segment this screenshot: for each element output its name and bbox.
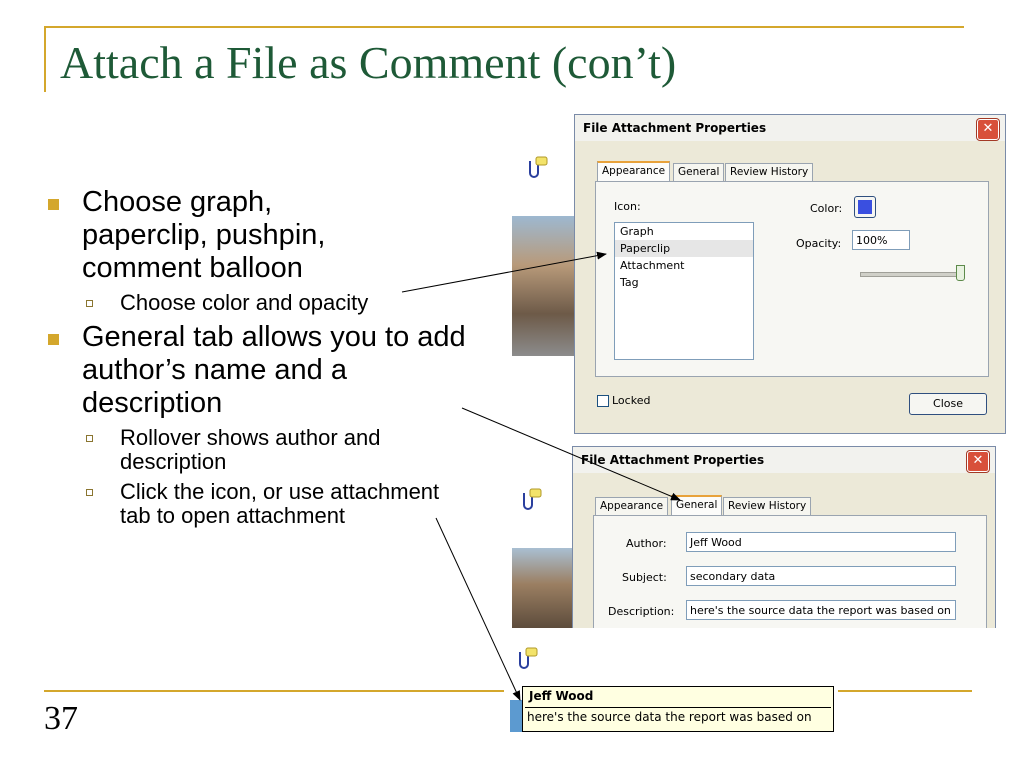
background-photo (510, 700, 522, 732)
footer-line (838, 690, 972, 692)
close-button[interactable]: Close (909, 393, 987, 415)
color-swatch (858, 200, 872, 214)
paperclip-comment-icon[interactable] (518, 487, 544, 513)
sub-bullet-text: Choose color and opacity (120, 290, 369, 315)
author-field[interactable]: Jeff Wood (686, 532, 956, 552)
appearance-panel: Icon: Graph Paperclip Attachment Tag Col… (595, 181, 989, 377)
file-attachment-properties-dialog: File Attachment Properties ✕ Appearance … (574, 114, 1006, 434)
bullet-item: General tab allows you to add author’s n… (44, 321, 482, 420)
rollover-tooltip: Jeff Wood here's the source data the rep… (522, 686, 834, 732)
sub-bullet-text: Rollover shows author and description (120, 425, 381, 474)
file-attachment-properties-dialog-general: File Attachment Properties ✕ Appearance … (572, 446, 996, 628)
locked-checkbox[interactable] (597, 395, 609, 407)
list-item[interactable]: Tag (615, 274, 753, 291)
square-bullet-icon (48, 199, 59, 210)
hollow-square-bullet-icon (86, 489, 93, 496)
sub-bullet-item: Rollover shows author and description (44, 426, 490, 474)
subject-label: Subject: (622, 571, 667, 584)
list-item[interactable]: Graph (615, 223, 753, 240)
sub-bullet-item: Choose color and opacity (44, 291, 499, 315)
opacity-slider-thumb[interactable] (956, 265, 965, 281)
icon-label: Icon: (614, 200, 641, 213)
frame-left-line (44, 26, 46, 92)
opacity-input[interactable]: 100% (852, 230, 910, 250)
tab-appearance[interactable]: Appearance (597, 161, 671, 182)
opacity-label: Opacity: (796, 237, 842, 250)
opacity-slider-track[interactable] (860, 272, 962, 277)
tab-appearance[interactable]: Appearance (595, 497, 669, 515)
icon-listbox[interactable]: Graph Paperclip Attachment Tag (614, 222, 754, 360)
dialog-title: File Attachment Properties (573, 447, 995, 473)
bullet-item: Choose graph, paperclip, pushpin, commen… (44, 186, 382, 285)
tab-general[interactable]: General (673, 163, 725, 181)
arrow-to-tooltip (435, 517, 521, 701)
background-photo (512, 216, 574, 356)
page-number: 37 (44, 700, 78, 737)
background-photo (512, 548, 574, 628)
close-icon[interactable]: ✕ (967, 451, 989, 472)
tooltip-description: here's the source data the report was ba… (527, 710, 812, 724)
square-bullet-icon (48, 334, 59, 345)
list-item-selected[interactable]: Paperclip (615, 240, 753, 257)
tab-review-history[interactable]: Review History (723, 497, 812, 515)
bullet-text: General tab allows you to add author’s n… (82, 321, 466, 419)
color-label: Color: (810, 202, 843, 215)
footer-line (44, 690, 504, 692)
description-label: Description: (608, 605, 675, 618)
dialog-title: File Attachment Properties (575, 115, 1005, 141)
bullet-text: Choose graph, paperclip, pushpin, commen… (82, 186, 326, 284)
author-label: Author: (626, 537, 667, 550)
tab-general[interactable]: General (671, 495, 723, 516)
color-picker-button[interactable] (854, 196, 876, 218)
description-field[interactable]: here's the source data the report was ba… (686, 600, 956, 620)
close-icon[interactable]: ✕ (977, 119, 999, 140)
bullet-list: Choose graph, paperclip, pushpin, commen… (44, 186, 499, 534)
frame-top-line (44, 26, 964, 28)
paperclip-comment-icon[interactable] (524, 155, 550, 181)
general-panel: Author: Jeff Wood Subject: secondary dat… (593, 515, 987, 628)
locked-label: Locked (612, 394, 651, 407)
tooltip-author: Jeff Wood (525, 687, 831, 708)
list-item[interactable]: Attachment (615, 257, 753, 274)
sub-bullet-text: Click the icon, or use attachment tab to… (120, 479, 440, 528)
subject-field[interactable]: secondary data (686, 566, 956, 586)
hollow-square-bullet-icon (86, 435, 93, 442)
tab-review-history[interactable]: Review History (725, 163, 814, 181)
hollow-square-bullet-icon (86, 300, 93, 307)
paperclip-comment-icon[interactable] (514, 646, 540, 672)
slide-title: Attach a File as Comment (con’t) (60, 37, 677, 88)
sub-bullet-item: Click the icon, or use attachment tab to… (44, 480, 460, 528)
